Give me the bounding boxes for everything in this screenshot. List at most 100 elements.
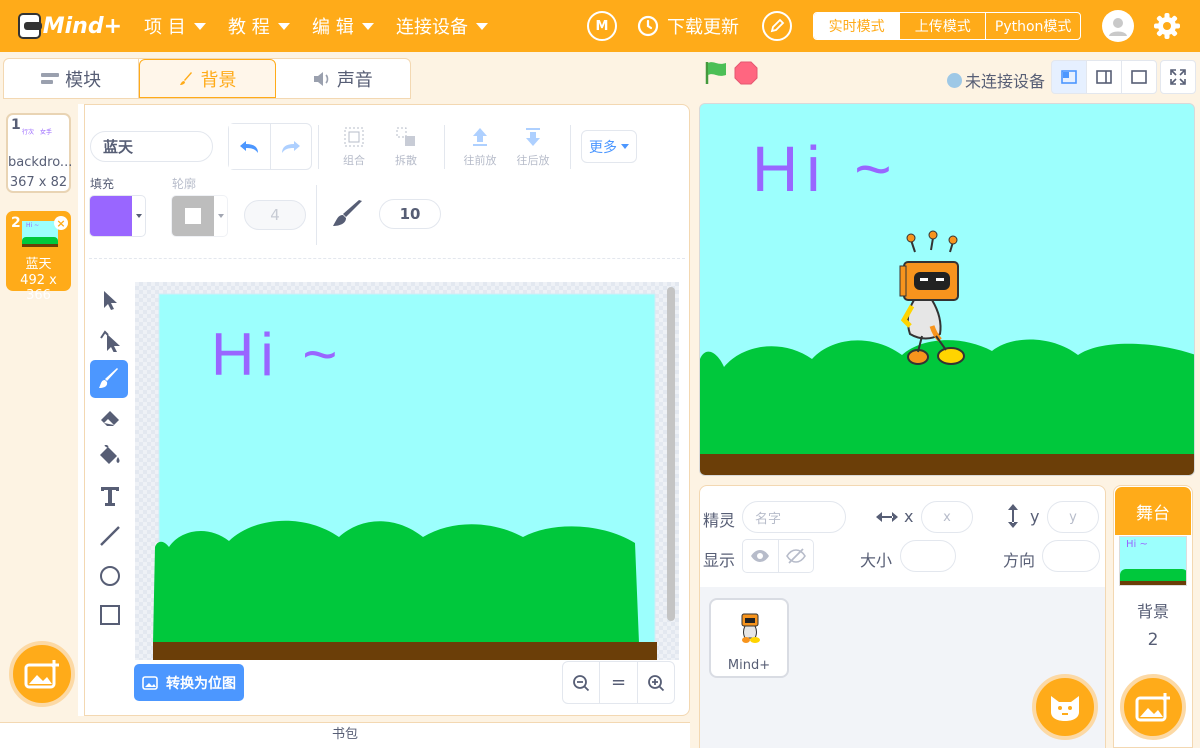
tab-sound-label: 声音 [336,69,373,91]
costume-name-input[interactable]: 蓝天 [90,131,213,162]
circle-icon [100,566,120,586]
fullscreen-button[interactable] [1160,60,1196,94]
menu-tutorial[interactable]: 教 程 [228,13,290,39]
x-label: x [904,507,914,526]
brush-size-input[interactable]: 10 [379,199,441,229]
eye-slash-icon [785,548,806,564]
tab-sound[interactable]: 声音 [276,59,410,98]
large-stage-icon [1096,70,1112,84]
convert-to-bitmap-button[interactable]: 转换为位图 [134,664,244,701]
forward-button[interactable]: 往前放 [456,125,504,168]
outline-width-input[interactable]: 4 [244,200,306,230]
zoom-out-button[interactable] [563,662,601,703]
fill-tool[interactable] [92,438,128,474]
paint-canvas[interactable]: Hi ~ [135,282,679,660]
circle-tool[interactable] [92,558,128,594]
mode-upload-tab[interactable]: 上传模式 [900,13,987,39]
choose-sprite-button[interactable] [1032,674,1098,740]
text-tool[interactable] [92,478,128,514]
rectangle-icon [100,605,120,625]
sprite-thumbnail[interactable]: Mind+ [709,598,789,678]
hide-sprite-button[interactable] [779,540,814,572]
redo-button[interactable] [271,124,312,169]
stage-canvas[interactable]: Hi ~ [699,103,1195,476]
mindplus-logo[interactable]: Mind+ [18,8,122,44]
size-input[interactable] [900,540,956,572]
ungroup-icon [396,127,415,146]
brush-tool[interactable] [90,360,128,398]
menu-project[interactable]: 项 目 [144,13,206,39]
outline-color-picker[interactable] [171,195,228,237]
ungroup-button[interactable]: 拆散 [382,125,430,168]
zoom-controls: = [562,661,675,704]
editor-tabs: 模块 背景 声音 [3,58,411,99]
arrow-down-icon [526,128,540,146]
no-sidebar-stage-button[interactable] [1121,60,1157,94]
menu-connect-device[interactable]: 连接设备 [396,13,488,39]
menu-edit-label: 编 辑 [312,17,354,38]
show-sprite-button[interactable] [743,540,779,572]
eye-icon [751,550,770,562]
stage-backdrop-count: 2 [1147,630,1159,650]
stop-button[interactable] [733,60,759,90]
backward-button[interactable]: 往后放 [509,125,557,168]
zoom-in-button[interactable] [638,662,674,703]
feedback-edit-icon[interactable] [762,11,792,41]
choose-stage-backdrop-button[interactable] [1120,674,1186,740]
stage-title: 舞台 [1115,487,1191,535]
menu-edit[interactable]: 编 辑 [312,13,374,39]
robot-sprite-thumb [741,613,760,643]
green-flag-button[interactable] [703,60,729,90]
undo-button[interactable] [229,124,271,169]
backdrop-thumb-image: Hi ~ [22,221,58,247]
divider [89,258,685,259]
zoom-out-icon [573,674,590,691]
mode-python-tab[interactable]: Python模式 [986,13,1080,39]
backdrop-thumbnail-2[interactable]: 2 Hi ~ × 蓝天 492 x 366 [6,211,71,303]
delete-x-icon[interactable]: × [54,216,68,230]
line-tool[interactable] [92,518,128,554]
rectangle-tool[interactable] [92,597,128,633]
backpack-bar[interactable]: 书包 [0,722,690,748]
status-dot-icon [947,72,962,88]
green-flag-icon [705,62,726,84]
more-dropdown[interactable]: 更多 [581,130,637,163]
large-stage-button[interactable] [1086,60,1122,94]
small-stage-icon [1061,70,1077,84]
menu-connect-label: 连接设备 [396,17,468,38]
chevron-down-icon [193,22,206,30]
canvas-vertical-scrollbar[interactable] [667,287,675,621]
chevron-down-icon [476,22,488,30]
user-icon [1109,18,1127,36]
forward-label: 往前放 [463,154,497,167]
direction-input[interactable] [1042,540,1100,572]
community-icon[interactable]: M [587,11,617,41]
device-status: 未连接设备 [947,68,1045,92]
tab-backdrop[interactable]: 背景 [139,59,276,98]
mode-realtime-tab[interactable]: 实时模式 [814,13,901,39]
select-tool[interactable] [92,282,128,318]
y-input[interactable]: y [1047,501,1099,533]
download-update-button[interactable]: 下载更新 [637,13,739,39]
zoom-reset-button[interactable]: = [600,662,638,703]
group-icon [344,127,364,147]
sprite-name-input[interactable]: 名字 [742,501,846,533]
size-label: 大小 [860,551,893,570]
small-stage-button[interactable] [1051,60,1087,94]
backdrop-index: 2 [11,215,21,231]
tab-blocks[interactable]: 模块 [4,59,140,98]
divider [444,125,445,169]
settings-gear-icon[interactable] [1153,12,1181,44]
stop-sign-icon [734,61,758,85]
backdrop-thumbnail-1[interactable]: 1 行次 女手 backdro... 367 x 82 [6,113,72,193]
fill-color-picker[interactable] [89,195,146,237]
reshape-tool[interactable] [92,322,128,358]
user-avatar[interactable] [1102,10,1134,42]
undo-redo-group [228,123,312,170]
redo-icon [281,140,300,153]
x-input[interactable]: x [921,501,973,533]
add-backdrop-icon [1135,693,1170,722]
group-button[interactable]: 组合 [330,125,378,168]
eraser-tool[interactable] [92,400,128,436]
choose-backdrop-button[interactable] [9,641,75,707]
